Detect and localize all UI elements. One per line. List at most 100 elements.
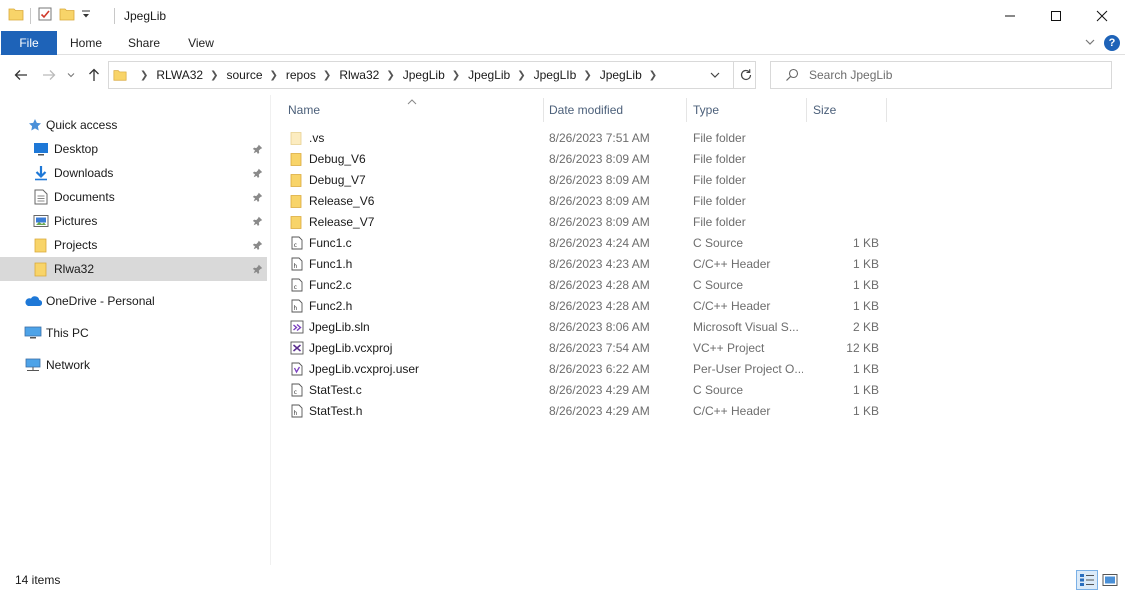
breadcrumb-item[interactable]: JpegLib [403, 68, 445, 82]
breadcrumb-separator-icon[interactable]: ❯ [583, 70, 591, 81]
file-date: 8/26/2023 4:28 AM [549, 278, 650, 292]
maximize-button[interactable] [1033, 0, 1079, 31]
file-name: Release_V7 [309, 215, 375, 229]
refresh-button[interactable] [733, 62, 757, 88]
new-folder-icon[interactable] [59, 6, 75, 25]
file-size: 1 KB [852, 236, 879, 250]
title-bar: JpegLib [0, 0, 1125, 31]
chevron-down-icon [710, 72, 720, 78]
window-title: JpegLib [124, 9, 167, 23]
breadcrumb-separator-icon[interactable]: ❯ [517, 70, 525, 81]
file-name: Debug_V7 [309, 173, 366, 187]
file-date: 8/26/2023 4:24 AM [549, 236, 650, 250]
pin-icon[interactable] [252, 143, 264, 158]
file-row[interactable]: c StatTest.c 8/26/2023 4:29 AM C Source … [282, 380, 892, 401]
ribbon-tabs: File Home Share View ? [0, 31, 1125, 55]
back-button[interactable] [12, 66, 30, 84]
file-row[interactable]: h Func2.h 8/26/2023 4:28 AM C/C++ Header… [282, 296, 892, 317]
sidebar-item-documents[interactable]: Documents [0, 185, 267, 209]
file-row[interactable]: Debug_V6 8/26/2023 8:09 AM File folder [282, 149, 892, 170]
documents-icon [32, 188, 50, 206]
file-type: File folder [693, 194, 746, 208]
file-type: File folder [693, 152, 746, 166]
column-header-type[interactable]: Type [687, 98, 807, 122]
c-source-file-icon: c [289, 235, 305, 251]
address-dropdown-button[interactable] [706, 68, 724, 82]
file-row[interactable]: c Func1.c 8/26/2023 4:24 AM C Source 1 K… [282, 233, 892, 254]
help-icon[interactable]: ? [1104, 35, 1120, 51]
breadcrumb-item[interactable]: RLWA32 [156, 68, 203, 82]
file-row[interactable]: c Func2.c 8/26/2023 4:28 AM C Source 1 K… [282, 275, 892, 296]
pin-icon[interactable] [252, 263, 264, 278]
pin-icon[interactable] [252, 215, 264, 230]
tab-file[interactable]: File [1, 31, 57, 55]
item-count: 14 items [15, 573, 61, 587]
file-row[interactable]: .vs 8/26/2023 7:51 AM File folder [282, 128, 892, 149]
pin-icon[interactable] [252, 167, 264, 182]
file-row[interactable]: JpegLib.vcxproj 8/26/2023 7:54 AM VC++ P… [282, 338, 892, 359]
column-header-date-modified[interactable]: Date modified [543, 98, 687, 122]
breadcrumb-item[interactable]: JpegLib [600, 68, 642, 82]
tab-home[interactable]: Home [60, 31, 112, 55]
breadcrumb-item[interactable]: JpegLib [468, 68, 510, 82]
pin-icon[interactable] [252, 239, 264, 254]
file-row[interactable]: JpegLib.vcxproj.user 8/26/2023 6:22 AM P… [282, 359, 892, 380]
file-row[interactable]: h Func1.h 8/26/2023 4:23 AM C/C++ Header… [282, 254, 892, 275]
file-row[interactable]: h StatTest.h 8/26/2023 4:29 AM C/C++ Hea… [282, 401, 892, 422]
vcxproj-file-icon [289, 340, 305, 356]
breadcrumb-separator-icon[interactable]: ❯ [386, 70, 394, 81]
file-row[interactable]: Release_V6 8/26/2023 8:09 AM File folder [282, 191, 892, 212]
breadcrumb-item[interactable]: repos [286, 68, 316, 82]
sidebar-item-downloads[interactable]: Downloads [0, 161, 267, 185]
sidebar-item-this-pc[interactable]: This PC [0, 321, 267, 345]
sidebar-item-quick-access[interactable]: Quick access [0, 113, 267, 137]
file-type: Microsoft Visual S... [693, 320, 799, 334]
sidebar-item-pictures[interactable]: Pictures [0, 209, 267, 233]
breadcrumb-item[interactable]: source [226, 68, 262, 82]
breadcrumb-separator-icon[interactable]: ❯ [649, 70, 657, 81]
sidebar-item-label: Documents [54, 190, 115, 204]
search-box[interactable] [770, 61, 1112, 89]
sidebar-item-projects[interactable]: Projects [0, 233, 267, 257]
pane-divider[interactable] [270, 95, 271, 565]
file-row[interactable]: Debug_V7 8/26/2023 8:09 AM File folder [282, 170, 892, 191]
breadcrumb-separator-icon[interactable]: ❯ [452, 70, 460, 81]
file-row[interactable]: Release_V7 8/26/2023 8:09 AM File folder [282, 212, 892, 233]
file-date: 8/26/2023 8:06 AM [549, 320, 650, 334]
recent-locations-button[interactable] [64, 66, 78, 84]
expand-ribbon-icon[interactable] [1084, 36, 1096, 51]
c-source-file-icon: c [289, 382, 305, 398]
breadcrumb-item[interactable]: JpegLIb [534, 68, 577, 82]
details-view-icon [1080, 574, 1094, 586]
folder-icon [32, 260, 50, 278]
properties-icon[interactable] [37, 6, 53, 25]
breadcrumb-separator-icon[interactable]: ❯ [140, 70, 148, 81]
column-header-size[interactable]: Size [807, 98, 887, 122]
breadcrumb-separator-icon[interactable]: ❯ [270, 70, 278, 81]
breadcrumb: ❯ RLWA32 ❯ source ❯ repos ❯ Rlwa32 ❯ Jpe… [133, 62, 665, 88]
tab-share[interactable]: Share [118, 31, 170, 55]
breadcrumb-item[interactable]: Rlwa32 [339, 68, 379, 82]
sidebar-item-rlwa32[interactable]: Rlwa32 [0, 257, 267, 281]
search-input[interactable] [809, 66, 1099, 84]
file-date: 8/26/2023 7:54 AM [549, 341, 650, 355]
sidebar-item-desktop[interactable]: Desktop [0, 137, 267, 161]
close-button[interactable] [1079, 0, 1125, 31]
sidebar-item-network[interactable]: Network [0, 353, 267, 377]
breadcrumb-separator-icon[interactable]: ❯ [323, 70, 331, 81]
sidebar-item-onedrive[interactable]: OneDrive - Personal [0, 289, 267, 313]
customize-dropdown-icon[interactable] [81, 8, 91, 23]
file-row[interactable]: JpegLib.sln 8/26/2023 8:06 AM Microsoft … [282, 317, 892, 338]
forward-button[interactable] [40, 66, 58, 84]
up-button[interactable] [85, 66, 103, 84]
visual-studio-solution-icon [289, 319, 305, 335]
file-size: 2 KB [852, 320, 879, 334]
address-bar[interactable]: ❯ RLWA32 ❯ source ❯ repos ❯ Rlwa32 ❯ Jpe… [108, 61, 756, 89]
pin-icon[interactable] [252, 191, 264, 206]
column-header-name[interactable]: Name [282, 98, 544, 122]
breadcrumb-separator-icon[interactable]: ❯ [210, 70, 218, 81]
details-view-button[interactable] [1076, 570, 1098, 590]
tab-view[interactable]: View [176, 31, 226, 55]
minimize-button[interactable] [987, 0, 1033, 31]
large-icons-view-button[interactable] [1099, 570, 1121, 590]
